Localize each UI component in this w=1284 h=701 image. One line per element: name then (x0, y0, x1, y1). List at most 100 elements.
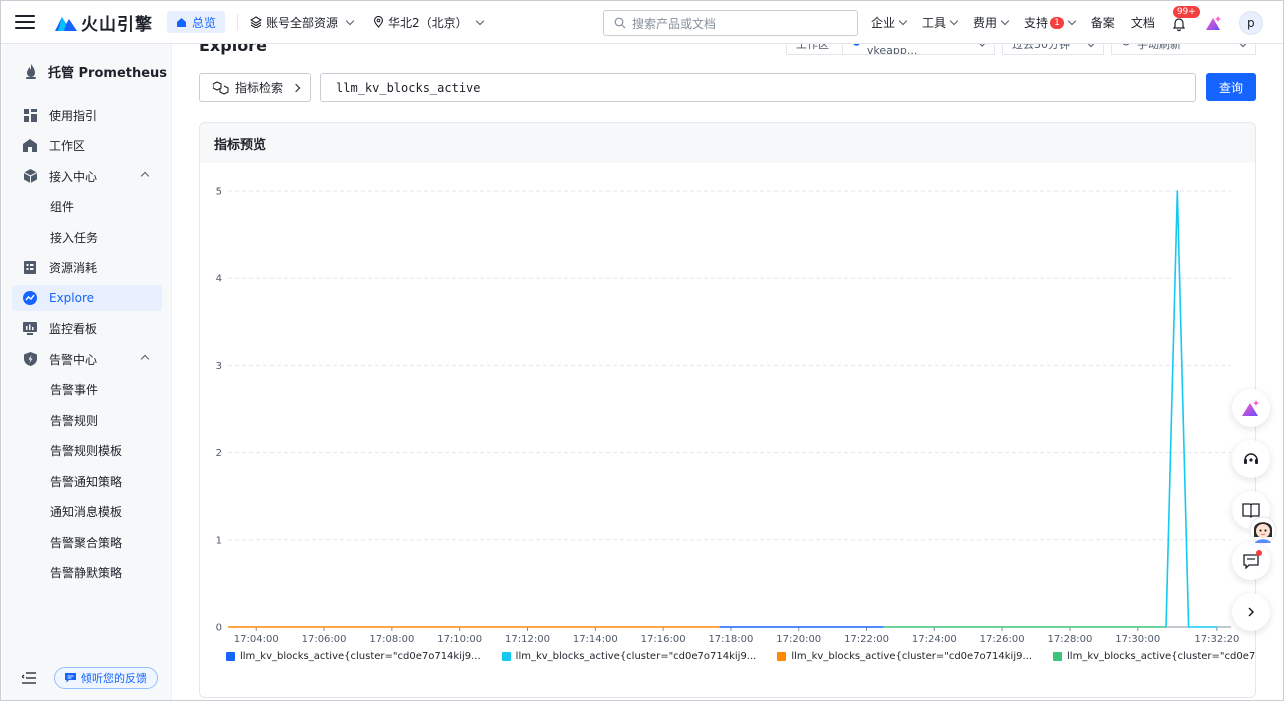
sidebar-item-label: 监控看板 (49, 322, 98, 336)
sidebar-item-label: 资源消耗 (49, 261, 98, 275)
legend-swatch (1053, 652, 1063, 661)
customer-service-button[interactable] (1232, 440, 1270, 478)
y-tick-label: 0 (216, 623, 222, 634)
sidebar-item-guide[interactable]: 使用指引 (12, 102, 162, 128)
query-bar: 指标检索 llm_kv_blocks_active 查询 (199, 73, 1256, 102)
nav-billing[interactable]: 费用 (973, 14, 1010, 31)
sidebar-item-access-tasks[interactable]: 接入任务 (12, 224, 162, 250)
legend-item[interactable]: llm_kv_blocks_active{cluster="cd0e7o714k… (226, 651, 481, 662)
unread-dot (1256, 550, 1262, 556)
prometheus-flame-icon (26, 63, 36, 79)
nav-filing[interactable]: 备案 (1091, 14, 1115, 31)
legend-label: llm_kv_blocks_active{cluster="cd0e7o714k… (1067, 651, 1256, 662)
query-button[interactable]: 查询 (1206, 73, 1256, 101)
y-tick-label: 4 (216, 274, 222, 285)
account-scope-select[interactable]: 账号全部资源 (250, 14, 355, 31)
message-icon (1243, 553, 1259, 569)
sidebar-item-workspace[interactable]: 工作区 (12, 133, 162, 159)
legend-swatch (226, 652, 235, 661)
legend-item[interactable]: llm_kv_blocks_active{cluster="cd0e7o714k… (501, 651, 756, 662)
legend-label: llm_kv_blocks_active{cluster="cd0e7o714k… (791, 651, 1033, 662)
chevron-right-icon (1248, 607, 1255, 617)
global-search-input[interactable]: 搜索产品或文档 (603, 10, 858, 36)
sidebar-item-label: 告警聚合策略 (50, 535, 123, 550)
x-tick-label: 17:24:00 (912, 634, 957, 645)
resource-icon (23, 261, 37, 275)
sidebar-item-alert-silence[interactable]: 告警静默策略 (12, 560, 162, 586)
top-nav: 企业 工具 费用 支持 1 备案 文档 99+ p (871, 1, 1263, 44)
sidebar-item-alert-center[interactable]: 告警中心 (12, 346, 162, 372)
metric-browser-button[interactable]: 指标检索 (199, 73, 311, 102)
promql-query-input[interactable]: llm_kv_blocks_active (320, 73, 1196, 102)
notifications-button[interactable]: 99+ (1171, 5, 1200, 32)
x-tick-label: 17:16:00 (641, 634, 686, 645)
main-content: Explore 工作区 vke-aisuite-vkeapp... 过去30分钟… (172, 34, 1283, 700)
sidebar-item-alert-aggregation[interactable]: 告警聚合策略 (12, 529, 162, 555)
chevron-down-icon (345, 16, 355, 25)
search-placeholder: 搜索产品或文档 (632, 16, 717, 31)
expand-panel-button[interactable] (1232, 593, 1270, 631)
nav-docs[interactable]: 文档 (1131, 14, 1155, 31)
sidebar-item-components[interactable]: 组件 (12, 194, 162, 220)
sidebar-item-alert-rule-templates[interactable]: 告警规则模板 (12, 438, 162, 464)
messages-button[interactable] (1232, 542, 1270, 580)
legend-swatch (777, 652, 787, 661)
guide-icon (23, 108, 37, 122)
home-overview-button[interactable]: 总览 (167, 11, 226, 33)
sidebar-nav: 使用指引 工作区 接入中心 组件 接入任务 资源消耗 Explore 监控看板 … (12, 102, 162, 590)
account-scope-label: 账号全部资源 (266, 15, 339, 30)
x-tick-label: 17:26:00 (980, 634, 1025, 645)
sidebar-item-label: 组件 (50, 200, 75, 214)
sidebar-item-access-center[interactable]: 接入中心 (12, 163, 162, 189)
nav-support-label: 支持 (1024, 16, 1049, 30)
sidebar-item-label: 告警静默策略 (50, 566, 123, 580)
notification-badge: 99+ (1172, 5, 1200, 18)
feedback-button[interactable]: 倾听您的反馈 (54, 667, 158, 689)
x-tick-label: 17:08:00 (369, 634, 414, 645)
sidebar-item-alert-rules[interactable]: 告警规则 (12, 407, 162, 433)
sidebar-item-resource-usage[interactable]: 资源消耗 (12, 255, 162, 281)
user-avatar[interactable]: p (1238, 10, 1263, 35)
collapse-sidebar-icon[interactable] (22, 672, 36, 684)
region-label: 华北2（北京） (388, 15, 468, 30)
nav-tools[interactable]: 工具 (922, 14, 959, 31)
ai-assistant-float-button[interactable] (1232, 389, 1270, 427)
sidebar-item-label: 告警规则 (50, 413, 99, 428)
legend-label: llm_kv_blocks_active{cluster="cd0e7o714k… (240, 651, 481, 662)
nav-support[interactable]: 支持 1 (1024, 14, 1077, 31)
chevron-right-icon (291, 83, 301, 92)
explore-icon (23, 291, 37, 305)
sidebar: 托管 Prometheus 使用指引 工作区 接入中心 组件 接入任务 资源消耗… (2, 44, 172, 700)
sidebar-item-notify-templates[interactable]: 通知消息模板 (12, 499, 162, 525)
region-select[interactable]: 华北2（北京） (373, 14, 484, 31)
assistant-avatar-icon[interactable] (1249, 515, 1277, 545)
legend-item[interactable]: llm_kv_blocks_active{cluster="cd0e7o714k… (777, 651, 1032, 662)
x-tick-label: 17:06:00 (302, 634, 347, 645)
x-tick-label: 17:22:00 (844, 634, 889, 645)
home-label: 总览 (192, 15, 217, 30)
menu-icon[interactable] (15, 15, 35, 29)
y-tick-label: 1 (216, 535, 222, 546)
chevron-down-icon (949, 16, 959, 26)
sidebar-item-alert-notify-policies[interactable]: 告警通知策略 (12, 468, 162, 494)
legend-item[interactable]: llm_kv_blocks_active{cluster="cd0e7o714k… (1053, 651, 1256, 662)
brand-logo[interactable]: 火山引擎 (55, 10, 153, 35)
home-icon (177, 17, 186, 27)
sidebar-item-label: 接入中心 (49, 169, 98, 184)
sidebar-item-label: Explore (49, 291, 95, 305)
y-tick-label: 3 (216, 361, 222, 372)
nav-tools-label: 工具 (922, 16, 947, 30)
nav-enterprise[interactable]: 企业 (871, 14, 908, 31)
sidebar-item-alert-events[interactable]: 告警事件 (12, 377, 162, 403)
top-bar: 火山引擎 总览 账号全部资源 华北2（北京） 搜索产品或文档 企业 工具 费用 … (1, 1, 1283, 44)
sidebar-item-label: 工作区 (49, 139, 86, 153)
ai-assistant-icon[interactable] (1205, 15, 1223, 31)
sidebar-item-dashboards[interactable]: 监控看板 (12, 316, 162, 342)
chevron-up-icon (140, 171, 150, 181)
x-tick-label: 17:28:00 (1047, 634, 1092, 645)
x-tick-label: 17:30:00 (1115, 634, 1160, 645)
app-frame: 火山引擎 总览 账号全部资源 华北2（北京） 搜索产品或文档 企业 工具 费用 … (0, 0, 1284, 701)
sidebar-item-explore[interactable]: Explore (12, 285, 162, 311)
search-icon (614, 17, 626, 29)
x-tick-label: 17:18:00 (708, 634, 753, 645)
